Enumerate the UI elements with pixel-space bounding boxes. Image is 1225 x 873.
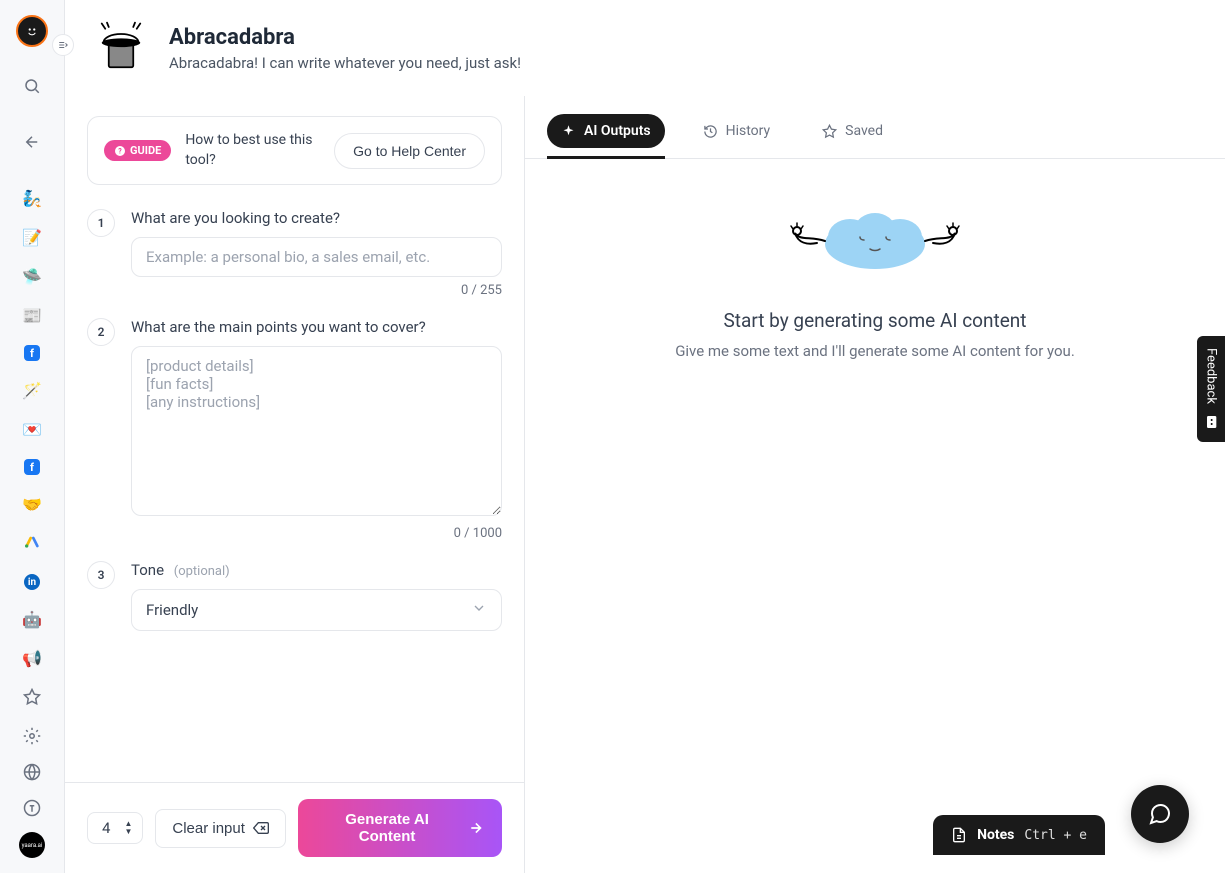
optional-label: (optional) [174,564,230,579]
main-points-label: What are the main points you want to cov… [131,318,502,336]
create-what-counter: 0 / 255 [131,283,502,298]
generate-button[interactable]: Generate AI Content [298,799,502,857]
tabs: AI Outputs History Saved [525,96,1225,159]
guide-badge: ? GUIDE [104,140,171,161]
globe-icon[interactable] [23,763,41,781]
chat-fab[interactable] [1131,785,1189,843]
avatar[interactable] [16,15,48,47]
tool-genie-icon[interactable]: 🧞 [22,189,42,208]
tool-edit-icon[interactable]: 📝 [22,228,42,247]
back-icon[interactable] [23,133,41,151]
backspace-icon [253,820,269,836]
create-what-input[interactable] [131,237,502,277]
clear-input-button[interactable]: Clear input [155,809,286,848]
tone-label: Tone (optional) [131,561,502,579]
sidebar-expand-button[interactable] [52,34,74,56]
arrow-right-icon [468,820,484,836]
form-panel: ? GUIDE How to best use this tool? Go to… [65,96,525,873]
settings-icon[interactable] [23,727,41,745]
tool-handshake-icon[interactable]: 🤝 [22,495,42,514]
quantity-stepper[interactable]: 4 ▲ ▼ [87,812,143,844]
chevron-down-icon [471,600,487,620]
sparkle-icon [561,124,576,139]
step-number-3: 3 [87,561,115,589]
tool-ufo-icon[interactable]: 🛸 [22,267,42,286]
brand-icon[interactable] [23,799,41,817]
tab-ai-outputs[interactable]: AI Outputs [547,114,665,148]
star-icon [822,124,837,139]
google-ads-icon[interactable] [24,534,40,554]
page-subtitle: Abracadabra! I can write whatever you ne… [169,54,521,72]
tool-announce-icon[interactable]: 📢 [22,649,42,668]
step-number-1: 1 [87,209,115,237]
tab-saved[interactable]: Saved [808,114,897,148]
favorites-star-icon[interactable] [23,688,41,706]
output-panel: AI Outputs History Saved [525,96,1225,873]
chat-icon [1148,802,1172,826]
tab-history[interactable]: History [689,114,785,148]
page-title: Abracadabra [169,25,521,50]
create-what-label: What are you looking to create? [131,209,502,227]
main-points-counter: 0 / 1000 [131,526,502,541]
svg-text:?: ? [118,147,122,155]
tool-robot-icon[interactable]: 🤖 [22,610,42,629]
help-center-button[interactable]: Go to Help Center [334,133,485,169]
facebook-icon[interactable]: f [24,345,40,361]
notes-button[interactable]: Notes Ctrl + e [933,815,1105,855]
history-icon [703,124,718,139]
tone-select[interactable]: Friendly [131,589,502,631]
tool-news-icon[interactable]: 📰 [22,306,42,325]
sidebar: 🧞 📝 🛸 📰 f 🪄 💌 f 🤝 in 🤖 📢 [0,0,65,873]
note-icon [951,827,967,843]
cloud-illustration [775,199,975,279]
guide-question: How to best use this tool? [185,131,320,170]
tool-wand-icon[interactable]: 🪄 [22,381,42,400]
page-header: Abracadabra Abracadabra! I can write wha… [65,0,1225,96]
form-footer: 4 ▲ ▼ Clear input Generate AI Content [65,782,524,873]
search-icon[interactable] [23,77,41,95]
feedback-tab[interactable]: Feedback [1197,336,1225,442]
empty-state: Start by generating some AI content Give… [525,159,1225,873]
logo-pill[interactable]: yaara.ai [19,832,45,858]
quantity-down-icon[interactable]: ▼ [124,828,132,836]
facebook-icon-2[interactable]: f [24,459,40,475]
guide-box: ? GUIDE How to best use this tool? Go to… [87,116,502,185]
tool-love-letter-icon[interactable]: 💌 [22,420,42,439]
empty-subtitle: Give me some text and I'll generate some… [675,342,1075,360]
empty-title: Start by generating some AI content [724,309,1027,332]
notes-shortcut: Ctrl + e [1024,828,1087,843]
feedback-icon [1203,414,1219,430]
tool-hero-icon [93,20,149,76]
step-number-2: 2 [87,318,115,346]
main-points-input[interactable] [131,346,502,516]
linkedin-icon[interactable]: in [24,574,40,590]
